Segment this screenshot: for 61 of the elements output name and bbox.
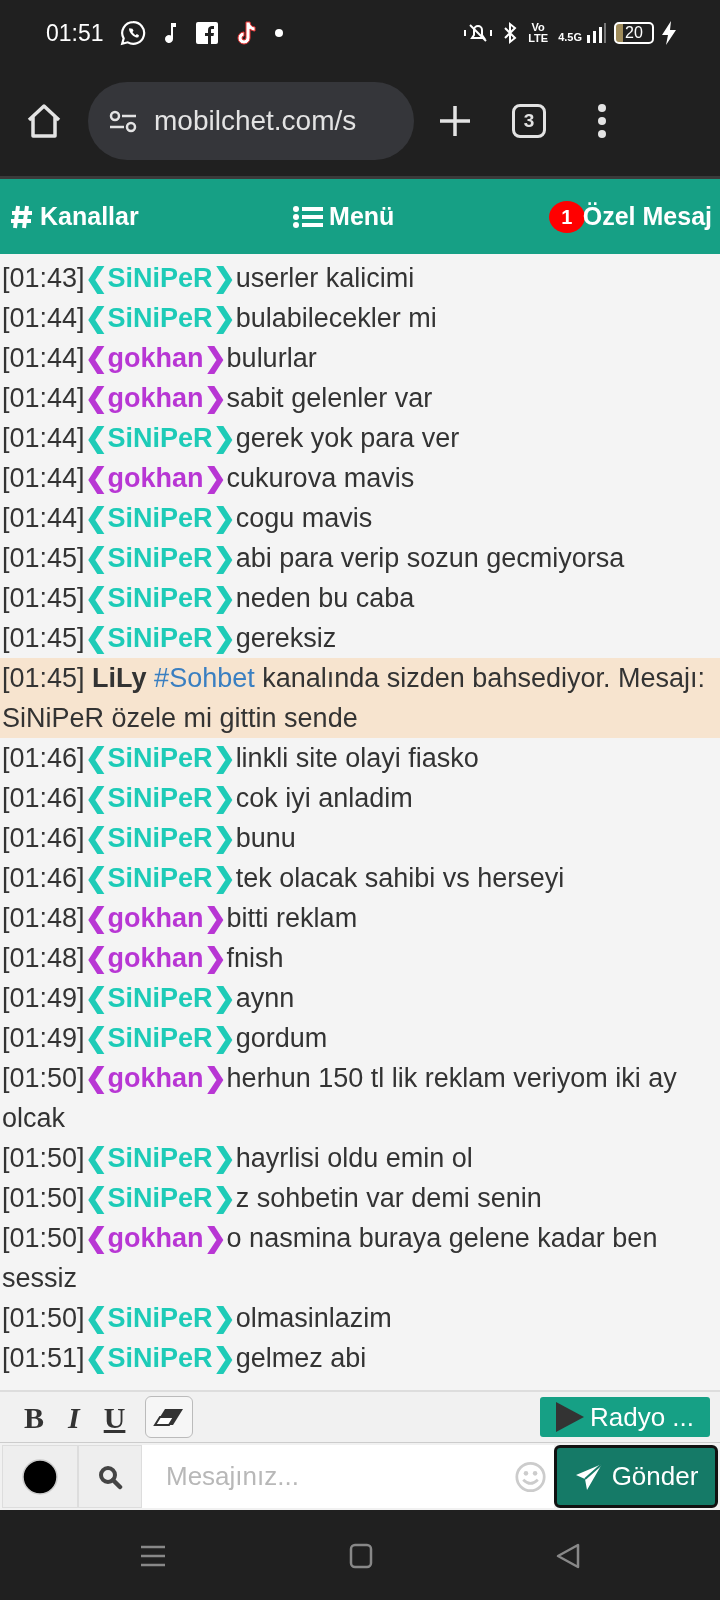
chat-message: [01:49]❮SiNiPeR❯gordum [1, 1022, 329, 1056]
stream-play-button[interactable]: Radyo ... [540, 1397, 710, 1437]
back-icon[interactable] [555, 1543, 581, 1569]
sliders-icon [108, 109, 138, 133]
chat-message: [01:48]❮gokhan❯fnish [1, 942, 285, 976]
unread-badge: 1 [548, 200, 585, 233]
chat-message: [01:50]❮SiNiPeR❯olmasinlazim [1, 1302, 393, 1336]
dot-icon [273, 28, 284, 38]
eraser-button[interactable] [145, 1396, 194, 1438]
bold-button[interactable]: B [12, 1394, 56, 1440]
chat-message: [01:44]❮SiNiPeR❯gerek yok para ver [1, 422, 461, 456]
plus-icon[interactable] [438, 104, 472, 138]
chat-message: [01:44]❮SiNiPeR❯cogu mavis [1, 502, 374, 536]
underline-button[interactable]: U [91, 1394, 138, 1440]
chat-message: [01:51]❮SiNiPeR❯gelmez abi [1, 1342, 368, 1376]
chat-message: [01:44]❮gokhan❯cukurova mavis [1, 462, 416, 496]
color-swatch[interactable] [21, 1457, 59, 1496]
f-square-icon [195, 22, 218, 44]
more-icon[interactable] [596, 103, 608, 139]
nav-label: Özel Mesaj [582, 200, 712, 232]
battery-percent: 20 [625, 24, 643, 42]
chat-bubble-icon [119, 20, 146, 46]
chat-message: [01:45]❮SiNiPeR❯neden bu caba [1, 582, 416, 616]
chat-message: [01:50]❮SiNiPeR❯z sohbetin var demi senin [1, 1182, 543, 1216]
send-button[interactable]: Gönder [554, 1445, 718, 1508]
address-bar[interactable]: mobilchet.com/s [88, 82, 414, 160]
square-icon[interactable] [349, 1543, 373, 1569]
chat-message: [01:45]❮SiNiPeR❯abi para verip sozun gecmiyorsa [1, 542, 626, 576]
signal-icon [586, 23, 606, 43]
tab-count-button[interactable]: 3 [512, 104, 546, 138]
chat-message: [01:50]❮SiNiPeR❯hayrlisi oldu emin ol [1, 1142, 474, 1176]
chat-message: [01:46]❮SiNiPeR❯tek olacak sahibi vs herseyi [1, 862, 566, 896]
bluetooth-icon [502, 21, 519, 45]
chat-message: [01:46]❮SiNiPeR❯linkli site olayi fiasko [1, 742, 480, 776]
url-text: mobilchet.com/s [154, 104, 357, 138]
nav-link[interactable]: Menü [293, 197, 395, 236]
nav-link[interactable]: 1 Özel Mesaj [548, 197, 712, 236]
nav-label: Menü [329, 200, 395, 232]
chat-message: [01:44]❮SiNiPeR❯bulabilecekler mi [1, 302, 438, 336]
chat-message: [01:44]❮gokhan❯bulurlar [1, 342, 318, 376]
list-icon [293, 204, 324, 229]
play-icon [555, 1402, 584, 1432]
network-generation-label: 4.5G [558, 32, 582, 43]
chat-message: [01:49]❮SiNiPeR❯aynn [1, 982, 296, 1016]
nav-link[interactable]: Kanallar [10, 197, 139, 236]
eraser-icon [153, 1407, 186, 1427]
channel-link[interactable]: #Sohbet [154, 663, 255, 693]
chat-message: [01:43]❮SiNiPeR❯userler kalicimi [1, 262, 416, 296]
hash-icon [10, 203, 34, 230]
network-type-label: Vo LTE [527, 22, 550, 44]
lightning-icon [662, 21, 676, 45]
chat-message: [01:46]❮SiNiPeR❯bunu [1, 822, 297, 856]
nav-label: Kanallar [40, 200, 139, 232]
chat-message: [01:45]❮SiNiPeR❯gereksiz [1, 622, 338, 656]
chat-message: [01:44]❮gokhan❯sabit gelenler var [1, 382, 434, 416]
chat-message: [01:46]❮SiNiPeR❯cok iyi anladim [1, 782, 414, 816]
menu-icon[interactable] [139, 1544, 167, 1568]
chat-message: [01:48]❮gokhan❯bitti reklam [1, 902, 359, 936]
search-icon[interactable] [97, 1463, 123, 1490]
clock-time: 01:51 [46, 18, 104, 48]
italic-button[interactable]: I [56, 1394, 92, 1440]
